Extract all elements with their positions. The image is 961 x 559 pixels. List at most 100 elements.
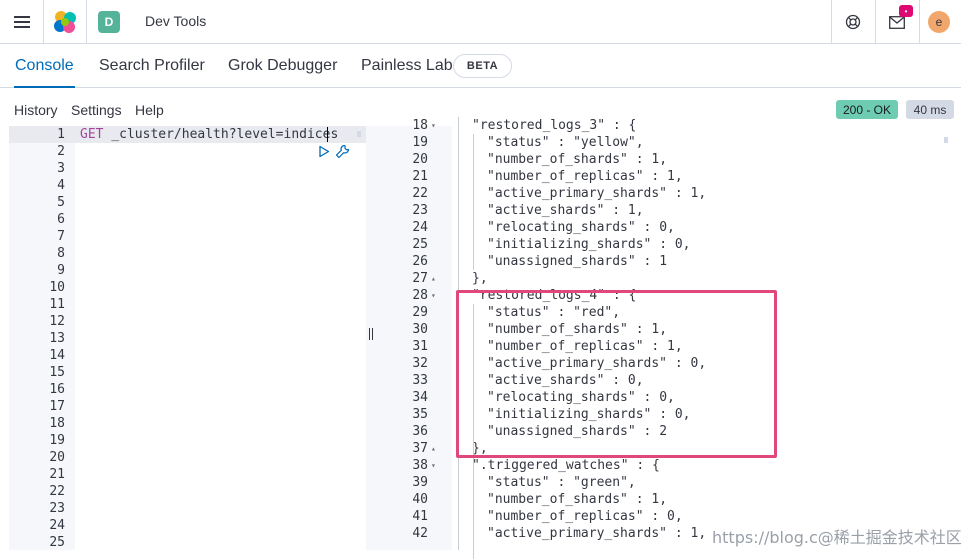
response-line-number: 38 bbox=[412, 458, 428, 473]
elastic-logo-icon[interactable] bbox=[52, 10, 78, 34]
request-time-badge: 40 ms bbox=[906, 100, 954, 119]
fold-arrow-up-icon[interactable]: ▴ bbox=[431, 274, 436, 283]
console-editor: GET _cluster/health?level=indices 123456… bbox=[0, 117, 961, 559]
help-lifebuoy-icon bbox=[845, 14, 861, 30]
request-line-number: 13 bbox=[49, 331, 65, 346]
fold-arrow-up-icon[interactable]: ▴ bbox=[431, 444, 436, 453]
request-line-number: 4 bbox=[57, 178, 65, 193]
request-line-number: 17 bbox=[49, 399, 65, 414]
request-line-number: 8 bbox=[57, 246, 65, 261]
request-path: _cluster/health?level=indices bbox=[103, 127, 339, 142]
response-line-number: 35 bbox=[412, 407, 428, 422]
request-line-number: 6 bbox=[57, 212, 65, 227]
request-line-number: 24 bbox=[49, 518, 65, 533]
request-line-number: 18 bbox=[49, 416, 65, 431]
response-line-number: 36 bbox=[412, 424, 428, 439]
status-code-badge: 200 - OK bbox=[836, 100, 898, 119]
page-title: Dev Tools bbox=[145, 13, 207, 29]
response-line: }, bbox=[472, 271, 488, 286]
response-line-number: 21 bbox=[412, 169, 428, 184]
response-line-number: 33 bbox=[412, 373, 428, 388]
request-line-number: 5 bbox=[57, 195, 65, 210]
response-line: "status" : "yellow", bbox=[487, 135, 644, 150]
response-line-number: 23 bbox=[412, 203, 428, 218]
response-line-number: 18 bbox=[412, 118, 428, 133]
request-line-number: 15 bbox=[49, 365, 65, 380]
response-line-number: 34 bbox=[412, 390, 428, 405]
request-scrollbar[interactable] bbox=[357, 131, 361, 137]
response-line: "active_shards" : 1, bbox=[487, 203, 644, 218]
response-line-number: 40 bbox=[412, 492, 428, 507]
response-scrollbar[interactable] bbox=[944, 137, 948, 143]
response-line-number: 28 bbox=[412, 288, 428, 303]
wrench-icon[interactable] bbox=[335, 144, 350, 159]
response-line: "initializing_shards" : 0, bbox=[487, 237, 691, 252]
response-line-number: 19 bbox=[412, 135, 428, 150]
request-line-number: 14 bbox=[49, 348, 65, 363]
tab-painless-lab[interactable]: Painless Lab bbox=[361, 45, 453, 88]
tab-bar: Console Search Profiler Grok Debugger Pa… bbox=[0, 45, 961, 88]
response-line: "restored_logs_3" : { bbox=[472, 118, 637, 133]
response-line-number: 41 bbox=[412, 509, 428, 524]
response-line-number: 37 bbox=[412, 441, 428, 456]
response-line: "status" : "green", bbox=[487, 475, 636, 490]
fold-arrow-down-icon[interactable]: ▾ bbox=[431, 121, 436, 130]
fold-arrow-down-icon[interactable]: ▾ bbox=[431, 461, 436, 470]
space-avatar[interactable]: D bbox=[98, 11, 120, 33]
response-line: "number_of_replicas" : 0, bbox=[487, 509, 683, 524]
request-line-number: 7 bbox=[57, 229, 65, 244]
request-line-number: 12 bbox=[49, 314, 65, 329]
history-menu-item[interactable]: History bbox=[14, 102, 58, 118]
response-line-number: 42 bbox=[412, 526, 428, 541]
tab-grok-debugger[interactable]: Grok Debugger bbox=[228, 45, 337, 88]
user-avatar[interactable]: e bbox=[928, 11, 950, 33]
highlight-box bbox=[456, 290, 777, 458]
response-line-number: 32 bbox=[412, 356, 428, 371]
request-editor[interactable] bbox=[76, 126, 366, 550]
request-line-number: 11 bbox=[49, 297, 65, 312]
request-line-number: 19 bbox=[49, 433, 65, 448]
request-line-number: 21 bbox=[49, 467, 65, 482]
hamburger-icon bbox=[14, 16, 30, 28]
tab-search-profiler[interactable]: Search Profiler bbox=[99, 45, 205, 88]
response-line: "relocating_shards" : 0, bbox=[487, 220, 675, 235]
indent-guide bbox=[473, 474, 474, 559]
response-line-number: 22 bbox=[412, 186, 428, 201]
response-line: "number_of_shards" : 1, bbox=[487, 152, 668, 167]
request-line[interactable]: GET _cluster/health?level=indices bbox=[80, 126, 338, 143]
request-line-number: 20 bbox=[49, 450, 65, 465]
request-line-number: 23 bbox=[49, 501, 65, 516]
response-line: "active_primary_shards" : 1, bbox=[487, 186, 707, 201]
watermark: https://blog.c@稀土掘金技术社区 bbox=[712, 528, 961, 547]
request-line-number: 16 bbox=[49, 382, 65, 397]
tab-console[interactable]: Console bbox=[14, 45, 75, 88]
request-line-number: 2 bbox=[57, 144, 65, 159]
help-menu-item[interactable]: Help bbox=[135, 102, 164, 118]
response-line-number: 24 bbox=[412, 220, 428, 235]
menu-button[interactable] bbox=[0, 0, 44, 44]
response-line-number: 20 bbox=[412, 152, 428, 167]
mail-icon bbox=[889, 15, 905, 29]
response-line-number: 30 bbox=[412, 322, 428, 337]
request-line-number: 10 bbox=[49, 280, 65, 295]
play-icon[interactable] bbox=[318, 145, 330, 158]
response-line: "unassigned_shards" : 1 bbox=[487, 254, 668, 269]
beta-badge: BETA bbox=[453, 54, 512, 78]
fold-arrow-down-icon[interactable]: ▾ bbox=[431, 291, 436, 300]
request-line-number: 9 bbox=[57, 263, 65, 278]
response-line-number: 31 bbox=[412, 339, 428, 354]
response-line-number: 39 bbox=[412, 475, 428, 490]
top-bar: D Dev Tools • e bbox=[0, 0, 961, 44]
response-line-number: 25 bbox=[412, 237, 428, 252]
response-line: ".triggered_watches" : { bbox=[472, 458, 660, 473]
help-button[interactable] bbox=[831, 0, 875, 44]
request-method: GET bbox=[80, 127, 104, 142]
indent-guide bbox=[473, 134, 474, 270]
request-line-number: 22 bbox=[49, 484, 65, 499]
settings-menu-item[interactable]: Settings bbox=[71, 102, 122, 118]
text-cursor bbox=[327, 127, 328, 142]
pane-resizer[interactable] bbox=[366, 126, 378, 550]
response-line-number: 26 bbox=[412, 254, 428, 269]
request-line-number: 3 bbox=[57, 161, 65, 176]
response-line: "number_of_shards" : 1, bbox=[487, 492, 668, 507]
